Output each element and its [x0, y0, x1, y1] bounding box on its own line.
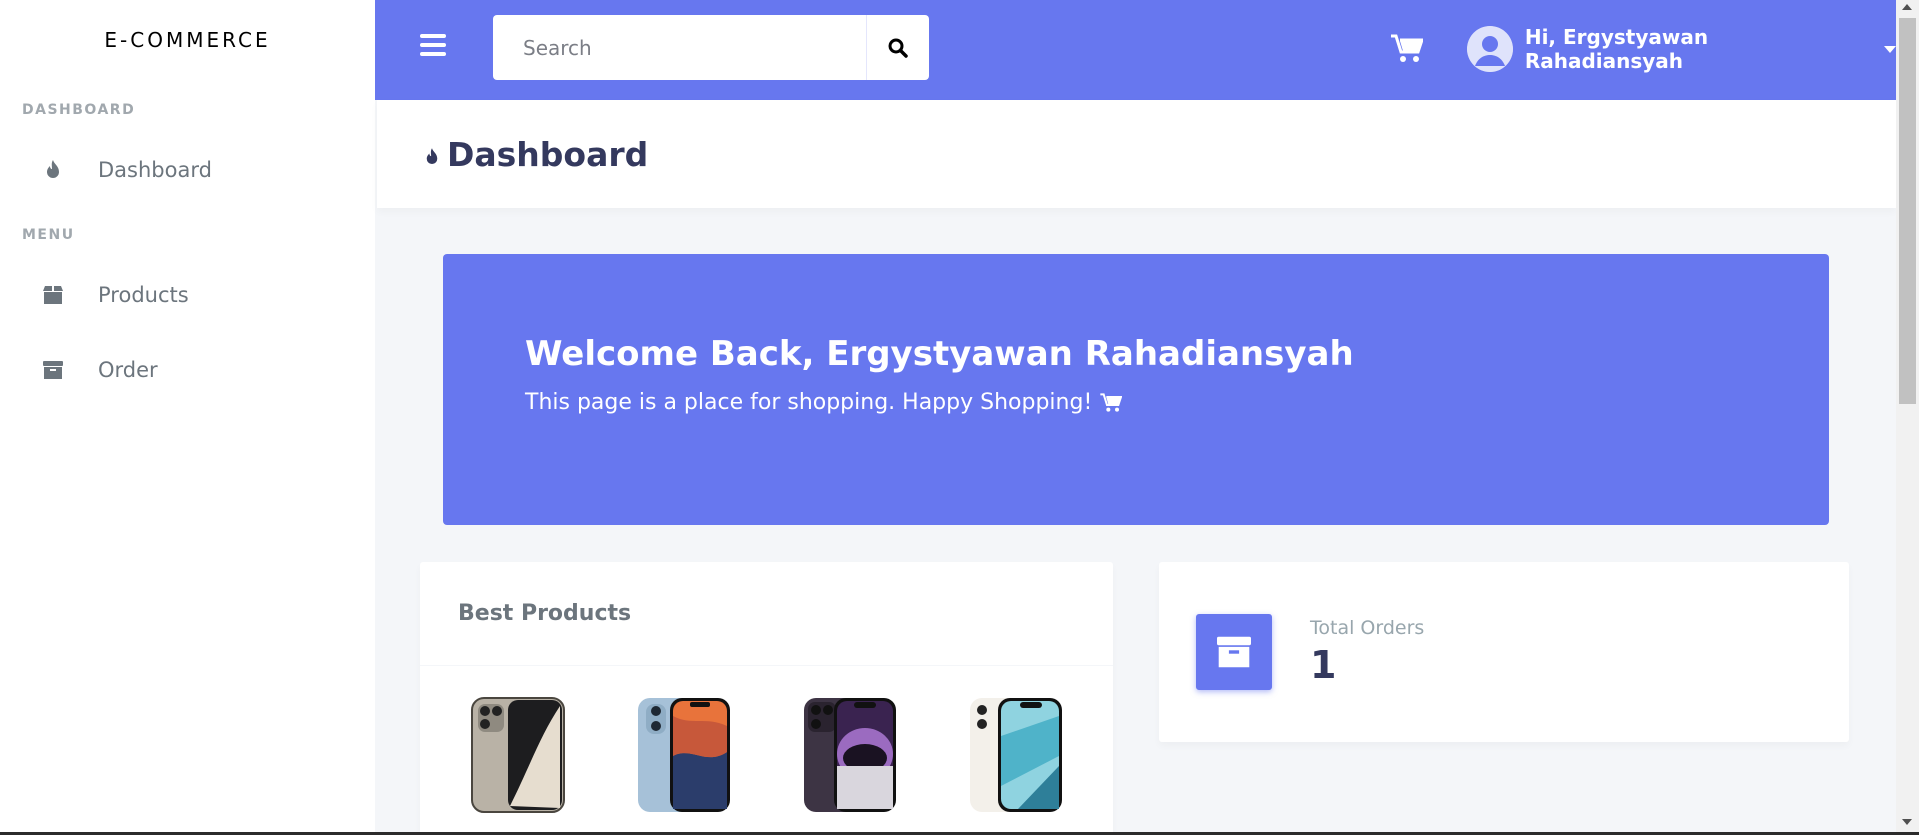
- user-name: Hi, Ergystyawan Rahadiansyah: [1524, 25, 1709, 73]
- total-orders-card: Total Orders 1: [1159, 562, 1849, 742]
- fire-icon: [426, 148, 438, 164]
- scroll-thumb[interactable]: [1899, 18, 1916, 404]
- user-dropdown[interactable]: Hi, Ergystyawan Rahadiansyah: [1467, 25, 1896, 73]
- section-header: Dashboard: [377, 100, 1896, 208]
- sidebar-item-dashboard[interactable]: Dashboard: [0, 132, 375, 207]
- product-image-blue-phone[interactable]: [636, 696, 732, 814]
- hero-text: This page is a place for shopping. Happy…: [525, 390, 1093, 415]
- topbar: Hi, Ergystyawan Rahadiansyah: [375, 0, 1896, 100]
- card-title: Best Products: [420, 562, 1113, 666]
- stat-value: 1: [1310, 643, 1337, 687]
- archive-icon: [1196, 614, 1272, 690]
- hero-text-row: This page is a place for shopping. Happy…: [525, 390, 1747, 415]
- sidebar-item-label: Dashboard: [98, 157, 212, 182]
- product-image-deep-purple-phone[interactable]: [802, 696, 898, 814]
- search-icon: [888, 38, 908, 58]
- avatar: [1467, 26, 1513, 72]
- page-title: Dashboard: [447, 134, 649, 174]
- sidebar-item-products[interactable]: Products: [0, 257, 375, 332]
- search-button[interactable]: [866, 15, 929, 80]
- cart-icon[interactable]: [1391, 34, 1425, 64]
- product-list: [420, 666, 1113, 814]
- hero-title: Welcome Back, Ergystyawan Rahadiansyah: [525, 334, 1354, 374]
- scroll-down-arrow-icon[interactable]: [1902, 819, 1912, 825]
- menu-header-menu: MENU: [22, 227, 75, 243]
- stat-label: Total Orders: [1310, 617, 1425, 639]
- box-icon: [42, 284, 64, 306]
- cart-icon: [1100, 392, 1123, 412]
- sidebar-item-label: Products: [98, 282, 189, 307]
- sidebar-item-label: Order: [98, 357, 158, 382]
- archive-icon: [42, 359, 64, 381]
- menu-header-dashboard: DASHBOARD: [22, 102, 136, 118]
- stat-body: Total Orders 1: [1310, 617, 1424, 687]
- search-input[interactable]: [493, 15, 866, 80]
- brand-logo[interactable]: E-COMMERCE: [0, 0, 375, 80]
- product-image-starlight-phone[interactable]: [968, 696, 1064, 814]
- product-image-natural-titanium-phone[interactable]: [470, 696, 566, 814]
- hamburger-menu-icon[interactable]: [420, 34, 446, 58]
- sidebar: E-COMMERCE DASHBOARD Dashboard MENU Prod…: [0, 0, 375, 835]
- best-products-card: Best Products: [420, 562, 1113, 835]
- caret-down-icon: [1884, 45, 1896, 53]
- search-bar: [493, 15, 929, 80]
- scroll-up-arrow-icon[interactable]: [1902, 4, 1912, 10]
- sidebar-item-order[interactable]: Order: [0, 332, 375, 407]
- vertical-scrollbar[interactable]: [1896, 0, 1919, 835]
- fire-icon: [42, 159, 64, 181]
- welcome-hero: Welcome Back, Ergystyawan Rahadiansyah T…: [443, 254, 1829, 525]
